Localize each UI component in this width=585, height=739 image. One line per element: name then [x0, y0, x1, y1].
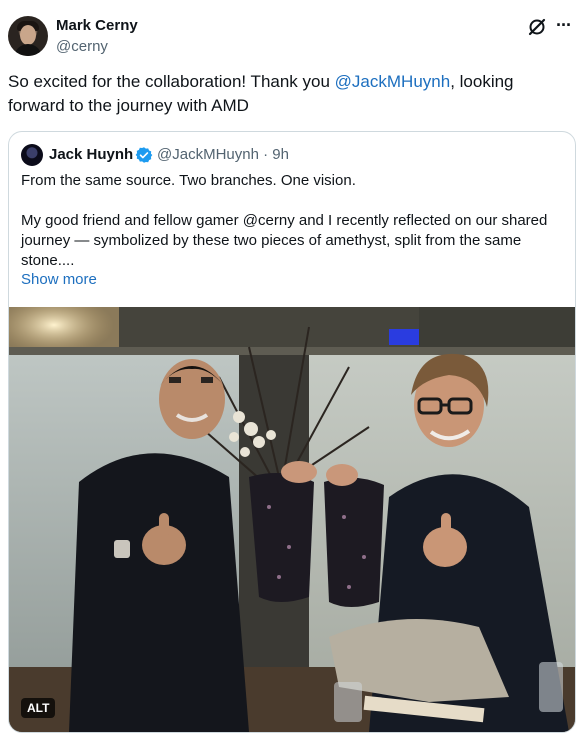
show-more-link[interactable]: Show more	[21, 271, 97, 288]
mention-link[interactable]: @JackMHuynh	[335, 72, 451, 91]
post-text: So excited for the collaboration! Thank …	[8, 70, 573, 118]
quoted-post-text: From the same source. Two branches. One …	[21, 172, 548, 269]
quoted-author-avatar[interactable]	[21, 144, 43, 166]
author-handle[interactable]: @cerny	[56, 38, 108, 55]
author-avatar[interactable]	[8, 16, 48, 56]
quoted-post[interactable]: Jack Huynh @JackMHuynh · 9h From the sam…	[8, 131, 576, 733]
alt-text-badge[interactable]: ALT	[21, 698, 56, 718]
verified-badge-icon	[135, 147, 153, 163]
quoted-author-handle[interactable]: @JackMHuynh · 9h	[157, 146, 289, 163]
quoted-post-photo[interactable]: ALT	[9, 307, 575, 732]
grok-icon[interactable]	[527, 17, 547, 37]
photo-scene	[9, 307, 575, 732]
more-icon[interactable]: ···	[556, 15, 572, 35]
quoted-author-name[interactable]: Jack Huynh	[49, 146, 133, 163]
post-text-start: So excited for the collaboration! Thank …	[8, 72, 335, 91]
author-name[interactable]: Mark Cerny	[56, 17, 138, 34]
